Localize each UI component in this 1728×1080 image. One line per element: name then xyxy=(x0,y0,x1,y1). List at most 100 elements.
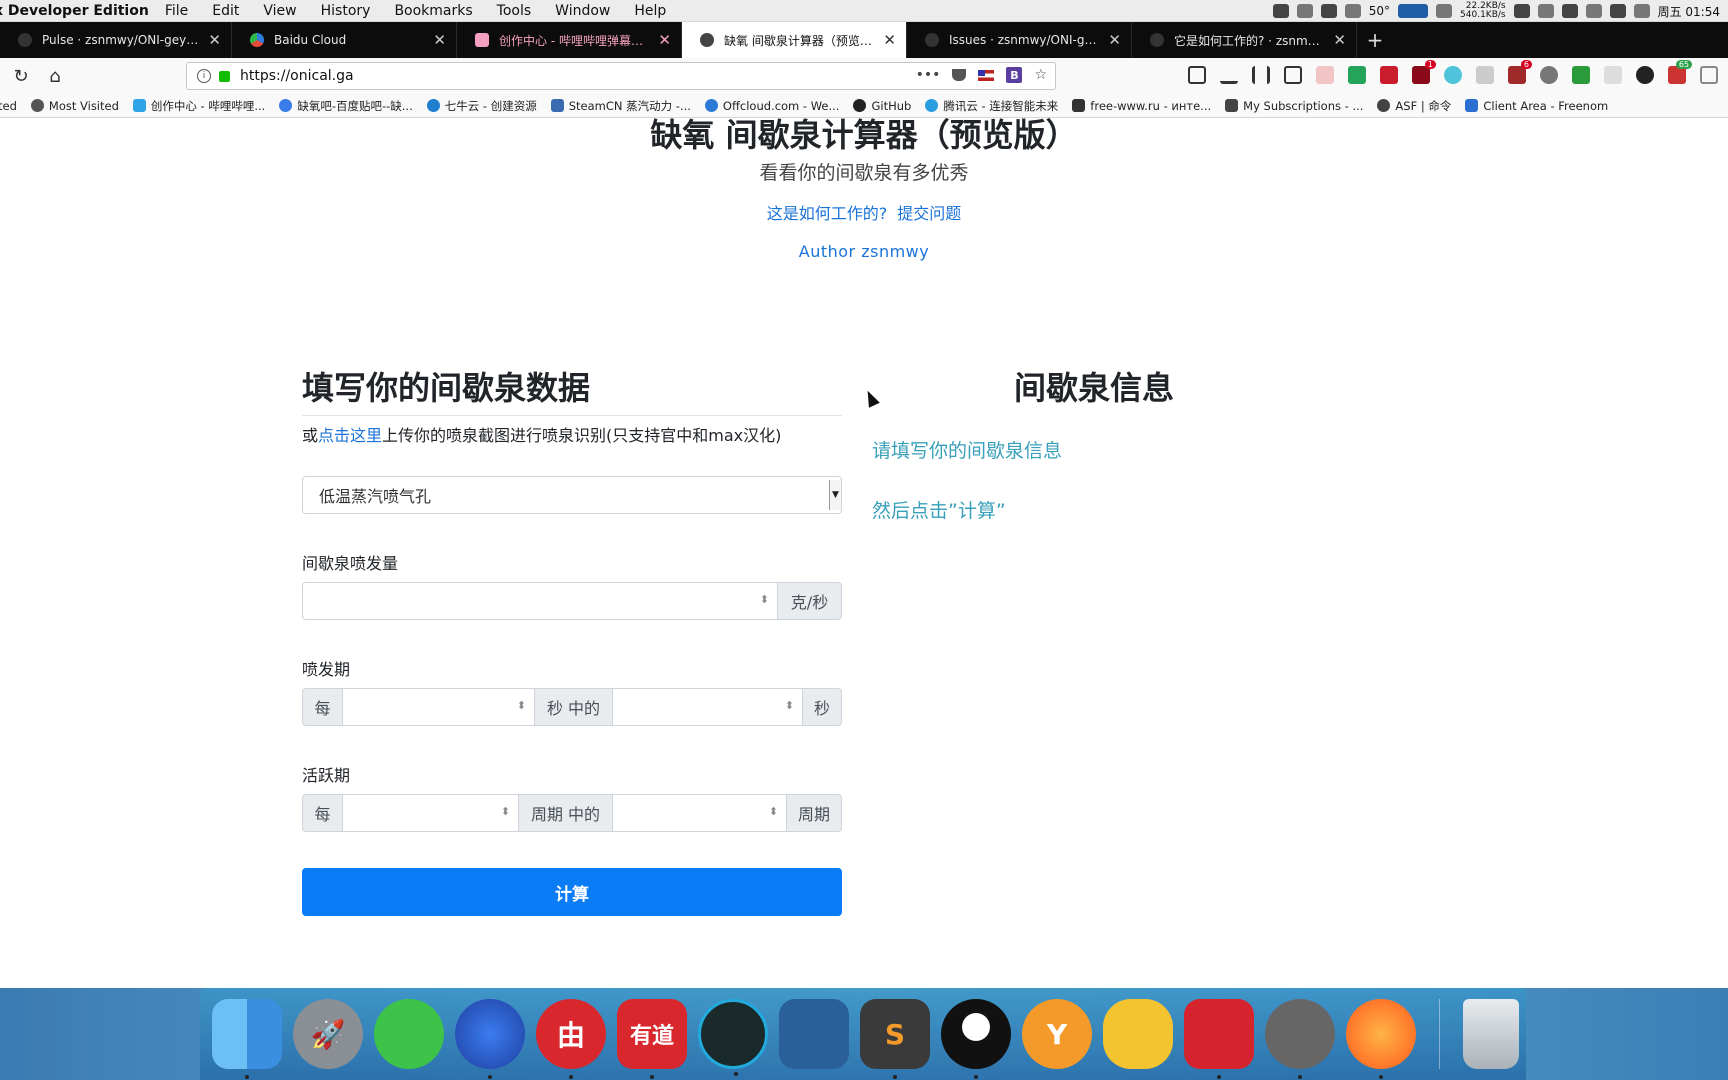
weather-temperature[interactable]: 50° xyxy=(1369,4,1390,18)
bookmark-item[interactable]: 七牛云 - 创建资源 xyxy=(426,98,537,114)
close-icon[interactable]: ✕ xyxy=(433,31,446,49)
ghost-extension-icon[interactable] xyxy=(1540,66,1558,84)
close-icon[interactable]: ✕ xyxy=(1108,31,1121,49)
menu-window[interactable]: Window xyxy=(555,3,610,19)
c-extension-icon[interactable] xyxy=(1636,66,1654,84)
pin-extension-icon[interactable] xyxy=(1604,66,1622,84)
chevron-down-icon[interactable]: ▼ xyxy=(829,480,841,510)
eruption-period-input[interactable] xyxy=(343,688,535,726)
youdao-dict-icon[interactable]: 有道 xyxy=(617,999,687,1079)
download-icon[interactable] xyxy=(1220,66,1238,84)
cyberduck-icon[interactable] xyxy=(1103,999,1173,1069)
input-method-icon[interactable] xyxy=(1633,4,1650,18)
firefox-developer-icon[interactable] xyxy=(455,999,525,1079)
bookmark-item[interactable]: 创作中心 - 哔哩哔哩... xyxy=(132,98,265,114)
menu-tools[interactable]: Tools xyxy=(497,3,532,19)
s-extension-icon[interactable] xyxy=(1348,66,1366,84)
tab-issues[interactable]: Issues · zsnmwy/ONI-geyser-ca ✕ xyxy=(907,22,1132,58)
yoink-icon[interactable]: Y xyxy=(1022,999,1092,1069)
tab-how-it-works[interactable]: 它是如何工作的? · zsnmwy/ONI ✕ xyxy=(1132,22,1357,58)
address-bar[interactable]: i https://onical.ga ••• B ☆ xyxy=(186,62,1056,90)
wechat-icon[interactable] xyxy=(374,999,444,1069)
bookmark-item[interactable]: 腾讯云 - 连接智能未来 xyxy=(925,98,1058,114)
geyser-type-select[interactable]: 低温蒸汽喷气孔 ▼ xyxy=(302,476,842,514)
mail-extension-icon[interactable]: 65 xyxy=(1668,60,1692,84)
ublock-icon[interactable]: 1 xyxy=(1412,60,1436,84)
close-icon[interactable]: ✕ xyxy=(1333,31,1346,49)
green-extension-icon[interactable] xyxy=(1572,66,1590,84)
vscode-icon[interactable] xyxy=(779,999,849,1069)
eruption-duration-input[interactable] xyxy=(612,688,803,726)
bookmark-item[interactable]: My Subscriptions - ... xyxy=(1225,99,1363,113)
upload-link[interactable]: 点击这里 xyxy=(318,426,382,445)
star-list-icon[interactable] xyxy=(1188,66,1206,84)
new-tab-button[interactable]: + xyxy=(1357,22,1393,58)
bookmark-item[interactable]: 缺氧吧-百度贴吧--缺... xyxy=(279,98,413,114)
lock-icon[interactable] xyxy=(219,70,230,82)
gitkraken-icon[interactable] xyxy=(698,999,768,1076)
bookmark-item[interactable]: free-www.ru - инте... xyxy=(1072,99,1211,113)
puzzle-extension-icon[interactable]: 6 xyxy=(1508,60,1532,84)
submit-issue-link[interactable]: 提交问题 xyxy=(897,204,961,223)
tab-pulse[interactable]: Pulse · zsnmwy/ONI-geyser-cal ✕ xyxy=(0,22,232,58)
menu-bookmarks[interactable]: Bookmarks xyxy=(394,3,472,19)
cpu-graph-icon[interactable] xyxy=(1398,4,1429,18)
tab-baidu-cloud[interactable]: Baidu Cloud ✕ xyxy=(232,22,457,58)
memory-icon[interactable] xyxy=(1436,4,1453,18)
trash-icon[interactable] xyxy=(1463,999,1519,1069)
page-actions-icon[interactable]: ••• xyxy=(916,67,941,83)
bootstrap-icon[interactable]: B xyxy=(1006,67,1023,83)
sublime-icon[interactable]: S xyxy=(860,999,930,1079)
bookmark-item[interactable]: SteamCN 蒸汽动力 -... xyxy=(550,98,691,114)
menu-view[interactable]: View xyxy=(263,3,296,19)
network-speed[interactable]: 22.2KB/s 540.1KB/s xyxy=(1460,2,1506,20)
status-app-icon[interactable] xyxy=(1272,4,1289,18)
url-text[interactable]: https://onical.ga xyxy=(240,68,354,84)
wifi-icon[interactable] xyxy=(1561,4,1578,18)
author-link[interactable]: Author zsnmwy xyxy=(799,242,929,261)
reload-icon[interactable]: ↻ xyxy=(8,63,34,89)
close-icon[interactable]: ✕ xyxy=(658,31,671,49)
active-period-input[interactable] xyxy=(343,794,519,832)
firefox-icon[interactable] xyxy=(1346,999,1416,1079)
screenflow-icon[interactable] xyxy=(1265,999,1335,1079)
notification-icon[interactable] xyxy=(1320,4,1337,18)
emission-input[interactable] xyxy=(302,582,778,620)
camera-icon[interactable] xyxy=(1296,4,1313,18)
close-icon[interactable]: ✕ xyxy=(883,31,896,49)
bookmark-star-icon[interactable]: ☆ xyxy=(1034,67,1047,83)
eject-icon[interactable] xyxy=(1585,4,1602,18)
app-menu[interactable]: x Developer Edition xyxy=(0,3,149,19)
menu-edit[interactable]: Edit xyxy=(212,3,239,19)
pocket-icon[interactable] xyxy=(952,69,967,81)
menu-file[interactable]: File xyxy=(165,3,188,19)
clock[interactable]: 周五 01:54 xyxy=(1658,3,1720,20)
finder-icon[interactable] xyxy=(212,999,282,1079)
cow-extension-icon[interactable] xyxy=(1476,66,1494,84)
translate-icon[interactable] xyxy=(1444,66,1462,84)
how-it-works-link[interactable]: 这是如何工作的? xyxy=(767,204,888,223)
menu-history[interactable]: History xyxy=(321,3,371,19)
sidebar-icon[interactable] xyxy=(1284,66,1302,84)
launchpad-icon[interactable]: 🚀 xyxy=(293,999,363,1069)
pdf-icon[interactable] xyxy=(1316,66,1334,84)
window-extension-icon[interactable] xyxy=(1700,66,1718,84)
red-extension-icon[interactable] xyxy=(1380,66,1398,84)
tab-geyser-calculator[interactable]: 缺氧 间歇泉计算器（预览版） ✕ xyxy=(682,22,907,58)
calculate-button[interactable]: 计算 xyxy=(302,868,842,916)
bookmark-item[interactable]: ted xyxy=(0,99,17,113)
library-icon[interactable] xyxy=(1252,66,1270,84)
tab-bilibili[interactable]: 创作中心 - 哔哩哔哩弹幕视频网 - ✕ xyxy=(457,22,682,58)
youdao-mail-icon[interactable]: 由 xyxy=(536,999,606,1079)
bluetooth-icon[interactable] xyxy=(1537,4,1554,18)
menu-help[interactable]: Help xyxy=(634,3,666,19)
bookmark-item[interactable]: Offcloud.com - We... xyxy=(704,99,839,113)
info-icon[interactable]: i xyxy=(197,69,211,83)
close-icon[interactable]: ✕ xyxy=(208,31,221,49)
active-duration-input[interactable] xyxy=(612,794,787,832)
netease-music-icon[interactable] xyxy=(1184,999,1254,1079)
time-machine-icon[interactable] xyxy=(1513,4,1530,18)
home-icon[interactable]: ⌂ xyxy=(42,63,68,89)
cloud-icon[interactable] xyxy=(1344,4,1361,18)
bookmark-item[interactable]: ASF | 命令 xyxy=(1377,98,1451,114)
